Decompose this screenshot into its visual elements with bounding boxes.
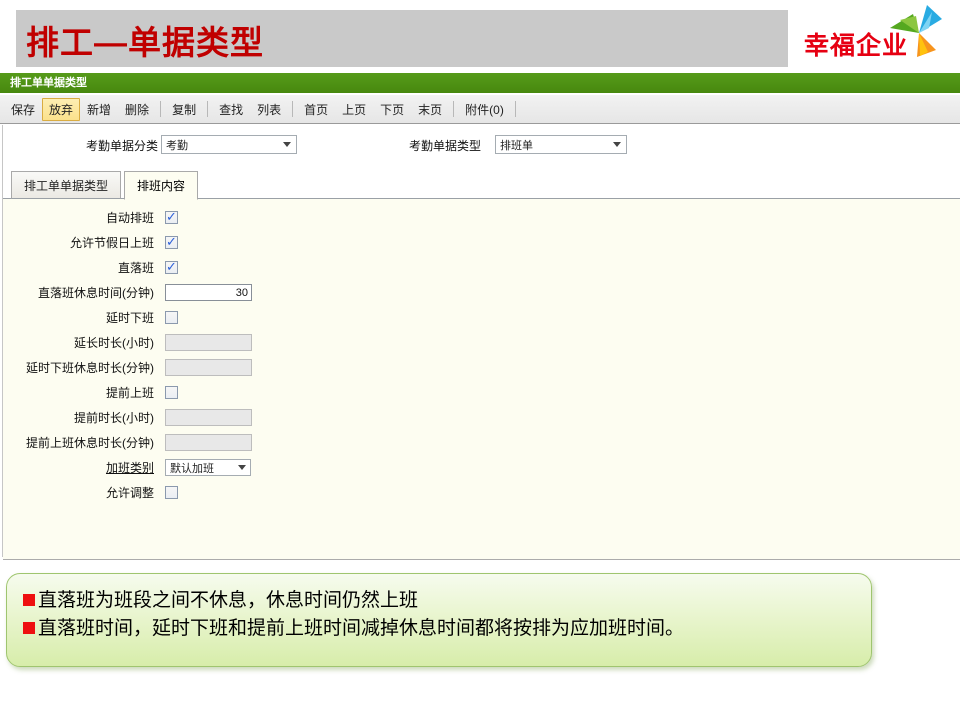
straight-shift-rest-minutes-input[interactable] <box>165 284 252 301</box>
chevron-down-icon <box>613 142 621 147</box>
form-row-early-work: 提前上班 <box>3 380 960 405</box>
toolbar-button-last-page[interactable]: 末页 <box>411 98 449 121</box>
company-logo: 幸福企业 <box>792 2 952 68</box>
toolbar-button-cancel[interactable]: 放弃 <box>42 98 80 121</box>
allow-adjust-checkbox[interactable] <box>165 486 178 499</box>
category-filter-value: 考勤 <box>166 137 283 153</box>
extend-hours-input <box>165 334 252 351</box>
chevron-down-icon <box>238 465 246 470</box>
form-row-straight-shift: 直落班 <box>3 255 960 280</box>
toolbar-button-attachment[interactable]: 附件(0) <box>458 98 511 121</box>
form-row-allow-adjust: 允许调整 <box>3 480 960 505</box>
toolbar-separator <box>160 101 161 117</box>
form-row-delayed-off-work: 延时下班 <box>3 305 960 330</box>
note-line: 直落班时间，延时下班和提前上班时间减掉休息时间都将按排为应加班时间。 <box>23 615 855 643</box>
field-label-allow-adjust: 允许调整 <box>3 484 165 501</box>
field-label-straight-shift-rest-minutes: 直落班休息时间(分钟) <box>3 284 165 301</box>
chevron-down-icon <box>283 142 291 147</box>
bullet-icon <box>23 594 35 606</box>
note-text: 直落班时间，延时下班和提前上班时间减掉休息时间都将按排为应加班时间。 <box>38 618 684 639</box>
form-panel: 自动排班允许节假日上班直落班直落班休息时间(分钟) 延时下班延长时长(小时) 延时下… <box>3 198 960 560</box>
straight-shift-checkbox[interactable] <box>165 261 178 274</box>
form-row-early-work-rest-minutes: 提前上班休息时长(分钟) <box>3 430 960 455</box>
toolbar-button-copy[interactable]: 复制 <box>165 98 203 121</box>
tab-strip: 排工单单据类型排班内容 <box>11 171 960 199</box>
early-hours-input <box>165 409 252 426</box>
window-title: 排工单单据类型 <box>0 73 960 93</box>
type-filter-select[interactable]: 排班单 <box>495 135 627 154</box>
toolbar-separator <box>515 101 516 117</box>
early-work-rest-minutes-input <box>165 434 252 451</box>
category-filter-select[interactable]: 考勤 <box>161 135 297 154</box>
note-line: 直落班为班段之间不休息，休息时间仍然上班 <box>23 587 855 615</box>
tab-doc-type[interactable]: 排工单单据类型 <box>11 171 121 199</box>
delayed-off-work-checkbox[interactable] <box>165 311 178 324</box>
form-row-allow-holiday-work: 允许节假日上班 <box>3 230 960 255</box>
early-work-checkbox[interactable] <box>165 386 178 399</box>
note-box: 直落班为班段之间不休息，休息时间仍然上班直落班时间，延时下班和提前上班时间减掉休… <box>6 573 872 667</box>
overtime-category-select[interactable]: 默认加班 <box>165 459 251 476</box>
toolbar-separator <box>292 101 293 117</box>
title-band: 排工—单据类型 <box>16 10 788 67</box>
field-label-delayed-off-rest-minutes: 延时下班休息时长(分钟) <box>3 359 165 376</box>
field-label-auto-schedule: 自动排班 <box>3 209 165 226</box>
form-row-early-hours: 提前时长(小时) <box>3 405 960 430</box>
category-filter-label: 考勤单据分类 <box>3 137 158 154</box>
tab-shift-content[interactable]: 排班内容 <box>124 171 198 200</box>
allow-holiday-work-checkbox[interactable] <box>165 236 178 249</box>
window-title-bar: 排工单单据类型 <box>0 73 960 93</box>
toolbar-button-find[interactable]: 查找 <box>212 98 250 121</box>
toolbar-button-list[interactable]: 列表 <box>250 98 288 121</box>
toolbar-separator <box>207 101 208 117</box>
toolbar: 保存放弃新增删除复制查找列表首页上页下页末页附件(0) <box>0 95 960 124</box>
toolbar-button-prev-page[interactable]: 上页 <box>335 98 373 121</box>
field-label-allow-holiday-work: 允许节假日上班 <box>3 234 165 251</box>
toolbar-button-next-page[interactable]: 下页 <box>373 98 411 121</box>
form-row-straight-shift-rest-minutes: 直落班休息时间(分钟) <box>3 280 960 305</box>
field-label-delayed-off-work: 延时下班 <box>3 309 165 326</box>
field-label-straight-shift: 直落班 <box>3 259 165 276</box>
bullet-icon <box>23 622 35 634</box>
form-row-overtime-category: 加班类别默认加班 <box>3 455 960 480</box>
logo-text: 幸福企业 <box>804 26 908 62</box>
page-title: 排工—单据类型 <box>26 16 264 64</box>
field-label-early-work-rest-minutes: 提前上班休息时长(分钟) <box>3 434 165 451</box>
form-row-auto-schedule: 自动排班 <box>3 205 960 230</box>
toolbar-button-add[interactable]: 新增 <box>80 98 118 121</box>
toolbar-separator <box>453 101 454 117</box>
document-area: 考勤单据分类 考勤 考勤单据类型 排班单 排工单单据类型排班内容 自动排班允许节… <box>2 125 960 557</box>
field-label-overtime-category: 加班类别 <box>3 459 165 476</box>
auto-schedule-checkbox[interactable] <box>165 211 178 224</box>
toolbar-button-delete[interactable]: 删除 <box>118 98 156 121</box>
toolbar-button-first-page[interactable]: 首页 <box>297 98 335 121</box>
note-text: 直落班为班段之间不休息，休息时间仍然上班 <box>38 590 418 611</box>
field-label-early-work: 提前上班 <box>3 384 165 401</box>
field-label-early-hours: 提前时长(小时) <box>3 409 165 426</box>
field-label-extend-hours: 延长时长(小时) <box>3 334 165 351</box>
form-row-delayed-off-rest-minutes: 延时下班休息时长(分钟) <box>3 355 960 380</box>
type-filter-value: 排班单 <box>500 137 613 153</box>
filter-row: 考勤单据分类 考勤 考勤单据类型 排班单 <box>3 125 960 163</box>
overtime-category-value: 默认加班 <box>170 460 214 476</box>
delayed-off-rest-minutes-input <box>165 359 252 376</box>
form-row-extend-hours: 延长时长(小时) <box>3 330 960 355</box>
toolbar-button-save[interactable]: 保存 <box>4 98 42 121</box>
type-filter-label: 考勤单据类型 <box>409 137 481 154</box>
